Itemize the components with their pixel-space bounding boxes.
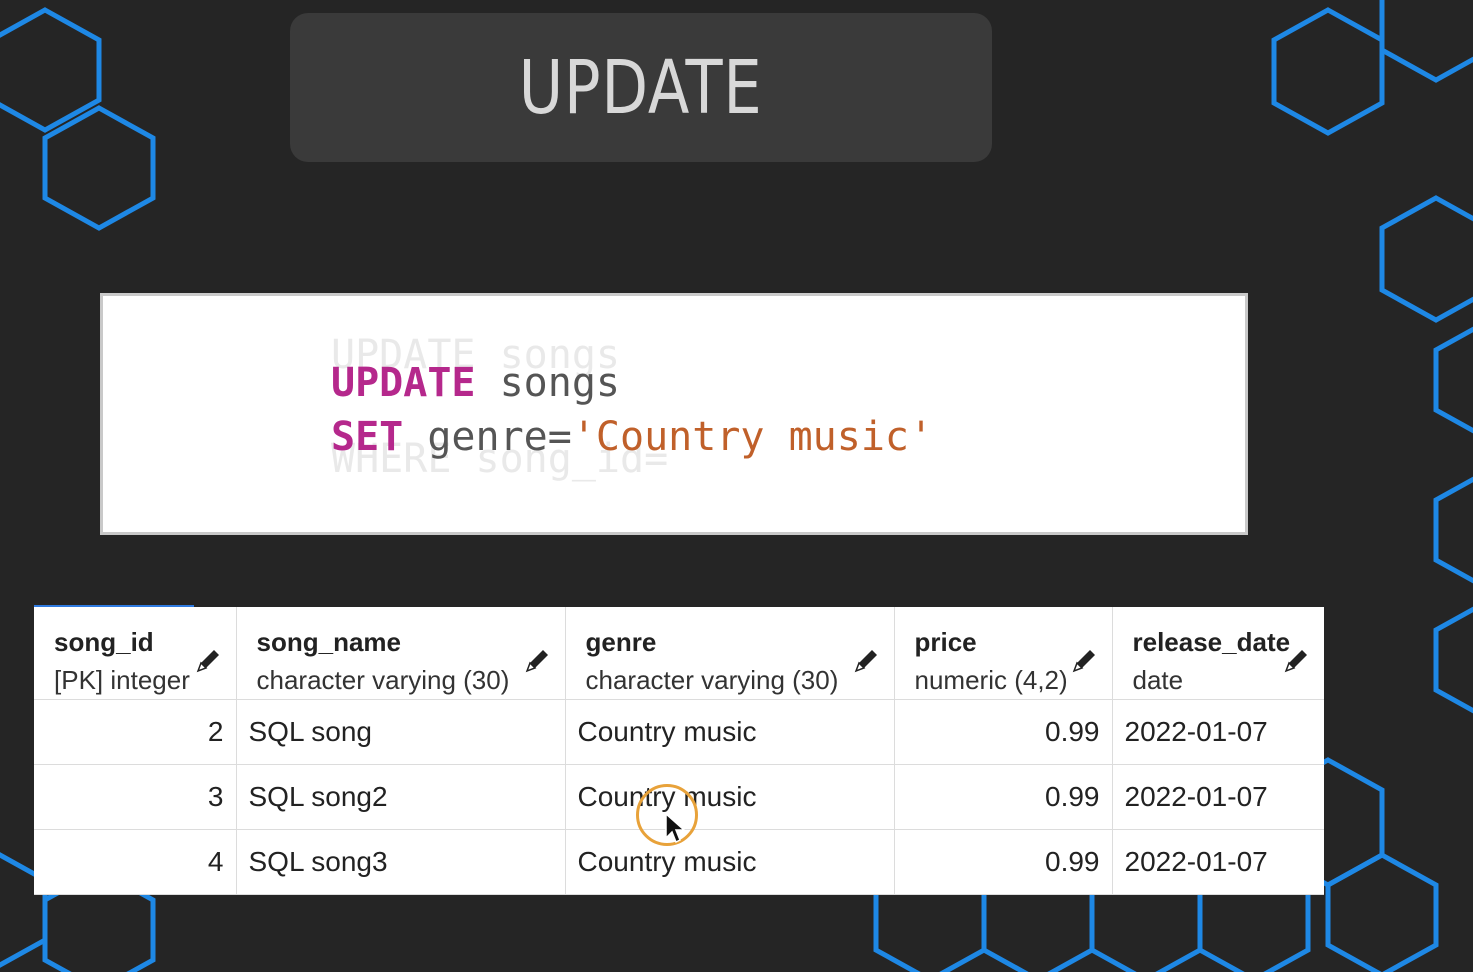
cell-genre[interactable]: Country music — [565, 764, 895, 830]
column-name: genre — [585, 627, 657, 657]
cell-price[interactable]: 0.99 — [894, 829, 1113, 895]
cell-song-id[interactable]: 3 — [34, 764, 237, 830]
title-banner: UPDATE — [290, 13, 992, 162]
pencil-icon[interactable] — [521, 645, 553, 677]
cell-song-name[interactable]: SQL song2 — [236, 764, 566, 830]
cell-genre[interactable]: Country music — [565, 829, 895, 895]
column-type: character varying (30) — [256, 665, 510, 695]
hexagon-shape — [1271, 7, 1385, 136]
hexagon-shape — [1379, 195, 1473, 323]
table-row: 2 SQL song Country music 0.99 2022-01-07 — [34, 699, 1324, 765]
column-header-price[interactable]: price numeric (4,2) — [894, 607, 1113, 700]
sql-table-name: songs — [475, 360, 620, 406]
code-line-update: UPDATE songs — [331, 360, 620, 406]
slide-title: UPDATE — [519, 44, 763, 131]
pencil-icon[interactable] — [192, 645, 224, 677]
hexagon-shape — [42, 105, 156, 231]
pencil-icon[interactable] — [1280, 645, 1312, 677]
column-header-song-id[interactable]: song_id [PK] integer — [34, 607, 237, 700]
cell-release-date[interactable]: 2022-01-07 — [1112, 764, 1324, 830]
sql-keyword-set: SET — [331, 414, 404, 460]
column-name: song_name — [256, 627, 402, 657]
hexagon-shape — [1325, 852, 1439, 972]
cell-song-id[interactable]: 2 — [34, 699, 237, 765]
results-table: song_id [PK] integer song_name character… — [34, 607, 1324, 895]
sql-keyword-update: UPDATE — [331, 360, 476, 406]
cell-genre[interactable]: Country music — [565, 699, 895, 765]
cell-song-name[interactable]: SQL song — [236, 699, 566, 765]
cell-price[interactable]: 0.99 — [894, 699, 1113, 765]
hexagon-shape — [1433, 606, 1473, 714]
hexagon-shape — [1379, 0, 1473, 83]
hexagon-shape — [1433, 326, 1473, 434]
column-header-genre[interactable]: genre character varying (30) — [565, 607, 895, 700]
table-header-row: song_id [PK] integer song_name character… — [34, 607, 1324, 700]
mouse-cursor-icon — [665, 812, 686, 844]
code-line-set: SET genre='Country music' — [331, 414, 933, 460]
cell-song-id[interactable]: 4 — [34, 829, 237, 895]
hexagon-shape — [1433, 476, 1473, 584]
sql-string-value: 'Country music' — [571, 414, 934, 460]
pencil-icon[interactable] — [1068, 645, 1100, 677]
column-type: character varying (30) — [585, 665, 839, 695]
hexagon-shape — [0, 7, 102, 133]
column-header-release-date[interactable]: release_date date — [1112, 607, 1324, 700]
cell-release-date[interactable]: 2022-01-07 — [1112, 829, 1324, 895]
sql-column-assign: genre= — [403, 414, 572, 460]
cell-release-date[interactable]: 2022-01-07 — [1112, 699, 1324, 765]
cell-price[interactable]: 0.99 — [894, 764, 1113, 830]
pencil-icon[interactable] — [850, 645, 882, 677]
sql-code-block: UPDATE songs WHERE song_id= UPDATE songs… — [100, 293, 1248, 535]
cell-song-name[interactable]: SQL song3 — [236, 829, 566, 895]
column-header-song-name[interactable]: song_name character varying (30) — [236, 607, 566, 700]
